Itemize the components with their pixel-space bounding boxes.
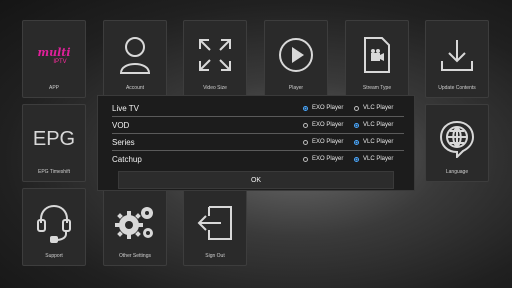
tile-label: EPG Timeshift <box>38 169 70 175</box>
series-exo-option[interactable]: EXO Player <box>303 139 343 145</box>
svg-text:multi: multi <box>37 46 70 59</box>
live-tv-vlc-option[interactable]: VLC Player <box>354 105 393 111</box>
live-tv-exo-option[interactable]: EXO Player <box>303 105 343 111</box>
globe-chat-icon <box>426 113 488 165</box>
radio-unselected-icon[interactable] <box>303 156 308 162</box>
player-tile[interactable]: Player <box>264 20 328 98</box>
support-tile[interactable]: Support <box>22 188 86 266</box>
radio-selected-icon[interactable] <box>354 139 359 145</box>
stream-type-tile[interactable]: Stream Type <box>345 20 409 98</box>
ok-button[interactable]: OK <box>118 171 394 189</box>
gears-icon <box>104 197 166 249</box>
tile-label: Update Contents <box>438 85 476 91</box>
catchup-exo-option[interactable]: EXO Player <box>303 156 343 162</box>
radio-selected-icon[interactable] <box>354 122 359 128</box>
other-settings-tile[interactable]: Other Settings <box>103 188 167 266</box>
language-tile[interactable]: Language <box>425 104 489 182</box>
catchup-vlc-option[interactable]: VLC Player <box>354 156 393 162</box>
option-label: EXO Player <box>312 156 344 162</box>
app-tile[interactable]: multi IPTV APP <box>22 20 86 98</box>
option-label: EXO Player <box>312 139 344 145</box>
radio-selected-icon[interactable] <box>303 105 308 111</box>
radio-unselected-icon[interactable] <box>303 139 308 145</box>
tile-label: APP <box>48 85 59 91</box>
epg-timeshift-tile[interactable]: EPG EPG Timeshift <box>22 104 86 182</box>
multi-iptv-logo-icon: multi IPTV <box>23 29 85 81</box>
radio-selected-icon[interactable] <box>354 156 359 162</box>
option-label: VLC Player <box>363 156 394 162</box>
tile-label: Stream Type <box>362 85 392 91</box>
tile-label: Language <box>445 169 469 175</box>
play-icon <box>265 29 327 81</box>
headset-icon <box>23 197 85 249</box>
account-tile[interactable]: Account <box>103 20 167 98</box>
sign-out-icon <box>184 197 246 249</box>
radio-unselected-icon[interactable] <box>354 105 359 111</box>
update-contents-tile[interactable]: Update Contents <box>425 20 489 98</box>
option-label: EXO Player <box>312 105 344 111</box>
sign-out-tile[interactable]: Sign Out <box>183 188 247 266</box>
video-file-icon <box>346 29 408 81</box>
player-selection-dialog: Live TV EXO Player VLC Player VOD EXO Pl… <box>97 95 415 191</box>
download-icon <box>426 29 488 81</box>
user-icon <box>104 29 166 81</box>
option-label: VLC Player <box>363 139 394 145</box>
option-label: VLC Player <box>363 105 394 111</box>
vod-vlc-option[interactable]: VLC Player <box>354 122 393 128</box>
svg-text:IPTV: IPTV <box>53 59 66 65</box>
tile-label: Sign Out <box>205 253 225 259</box>
expand-icon <box>184 29 246 81</box>
tile-label: Video Size <box>203 85 227 91</box>
radio-unselected-icon[interactable] <box>303 122 308 128</box>
video-size-tile[interactable]: Video Size <box>183 20 247 98</box>
tile-label: Support <box>45 253 63 259</box>
vod-exo-option[interactable]: EXO Player <box>303 122 343 128</box>
tile-label: Account <box>125 85 145 91</box>
series-vlc-option[interactable]: VLC Player <box>354 139 393 145</box>
tile-label: Other Settings <box>119 253 151 259</box>
option-label: EXO Player <box>312 122 344 128</box>
epg-text-icon: EPG <box>32 127 76 150</box>
tile-label: Player <box>288 85 304 91</box>
option-label: VLC Player <box>363 122 394 128</box>
